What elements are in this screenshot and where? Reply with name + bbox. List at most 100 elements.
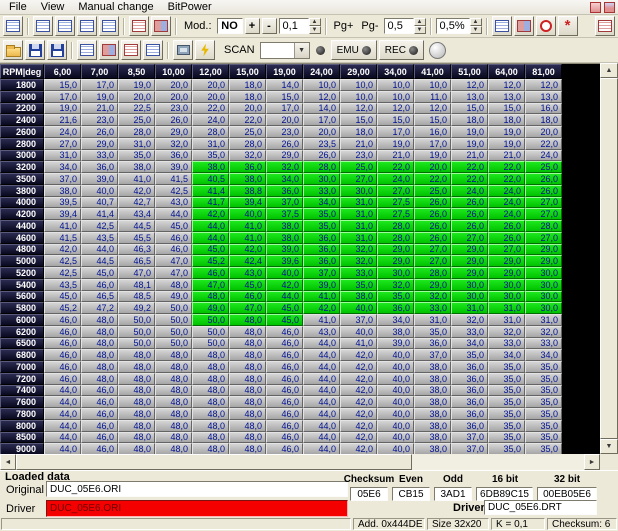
map-cell[interactable]: 44,0 <box>44 408 81 420</box>
row-header-cell[interactable]: 4800 <box>0 244 44 256</box>
map-cell[interactable]: 39,5 <box>44 197 81 209</box>
map-cell[interactable]: 48,0 <box>118 408 155 420</box>
map-cell[interactable]: 29,0 <box>377 244 414 256</box>
column-header-cell[interactable]: 6,00 <box>44 64 81 79</box>
column-header-cell[interactable]: 12,00 <box>192 64 229 79</box>
map-cell[interactable]: 44,0 <box>44 385 81 397</box>
map-cell[interactable]: 12,0 <box>414 103 451 115</box>
map-cell[interactable]: 19,0 <box>488 138 525 150</box>
driver-file-input[interactable]: DUC_05E6.ORI <box>46 500 348 517</box>
map-cell[interactable]: 48,0 <box>81 373 118 385</box>
map-cell[interactable]: 40,0 <box>377 420 414 432</box>
original-file-input[interactable]: DUC_05E6.ORI <box>46 481 348 497</box>
row-header-cell[interactable]: 2000 <box>0 91 44 103</box>
map-cell[interactable]: 36,0 <box>414 338 451 350</box>
map-cell[interactable]: 34,0 <box>525 349 562 361</box>
open-file-button[interactable] <box>3 40 23 60</box>
map-cell[interactable]: 40,0 <box>377 396 414 408</box>
map-cell[interactable]: 12,0 <box>451 79 488 91</box>
map-cell[interactable]: 19,0 <box>44 103 81 115</box>
map-cell[interactable]: 46,0 <box>44 349 81 361</box>
map-cell[interactable]: 26,0 <box>414 232 451 244</box>
map-cell[interactable]: 28,0 <box>414 267 451 279</box>
map-cell[interactable]: 48,0 <box>229 326 266 338</box>
map-cell[interactable]: 45,0 <box>192 244 229 256</box>
map-cell[interactable]: 24,0 <box>44 126 81 138</box>
map-cell[interactable]: 35,0 <box>303 220 340 232</box>
map-cell[interactable]: 28,0 <box>192 126 229 138</box>
map-cell[interactable]: 48,0 <box>229 314 266 326</box>
page-step-down-arrow[interactable]: ▼ <box>414 26 426 34</box>
map-cell[interactable]: 46,0 <box>266 349 303 361</box>
map-cell[interactable]: 48,0 <box>229 420 266 432</box>
row-header-cell[interactable]: 7600 <box>0 396 44 408</box>
map-cell[interactable]: 38,0 <box>414 396 451 408</box>
map-cell[interactable]: 38,0 <box>229 173 266 185</box>
map-cell[interactable]: 36,0 <box>451 361 488 373</box>
map-cell[interactable]: 48,0 <box>155 373 192 385</box>
map-cell[interactable]: 40,5 <box>192 173 229 185</box>
map-cell[interactable]: 10,0 <box>340 91 377 103</box>
map-cell[interactable]: 40,0 <box>377 432 414 444</box>
map-cell[interactable]: 46,0 <box>266 361 303 373</box>
map-cell[interactable]: 27,0 <box>488 244 525 256</box>
map-cell[interactable]: 48,0 <box>155 279 192 291</box>
map-cell[interactable]: 48,0 <box>81 314 118 326</box>
map-cell[interactable]: 10,0 <box>414 79 451 91</box>
scroll-down-arrow[interactable]: ▼ <box>600 439 618 454</box>
map-cell[interactable]: 27,5 <box>377 208 414 220</box>
map-cell[interactable]: 29,0 <box>414 279 451 291</box>
map-cell[interactable]: 42,7 <box>118 197 155 209</box>
map-cell[interactable]: 36,0 <box>81 161 118 173</box>
page-step-value-field[interactable]: 0,5 <box>384 18 414 34</box>
map-cell[interactable]: 35,0 <box>525 408 562 420</box>
map-cell[interactable]: 33,0 <box>488 338 525 350</box>
map-cell[interactable]: 34,0 <box>266 173 303 185</box>
map-cell[interactable]: 44,0 <box>303 432 340 444</box>
map-cell[interactable]: 46,0 <box>81 385 118 397</box>
map-cell[interactable]: 24,0 <box>451 185 488 197</box>
map-cell[interactable]: 24,0 <box>192 114 229 126</box>
map-cell[interactable]: 42,5 <box>44 255 81 267</box>
column-header-cell[interactable]: 41,00 <box>414 64 451 79</box>
column-header-cell[interactable]: 15,00 <box>229 64 266 79</box>
map-cell[interactable]: 20,0 <box>229 103 266 115</box>
map-cell[interactable]: 35,0 <box>192 150 229 162</box>
map-cell[interactable]: 48,0 <box>229 432 266 444</box>
map-cell[interactable]: 39,4 <box>229 197 266 209</box>
map-cell[interactable]: 26,0 <box>451 197 488 209</box>
map-cell[interactable]: 48,0 <box>192 361 229 373</box>
map-cell[interactable]: 50,0 <box>155 326 192 338</box>
step-down-arrow[interactable]: ▼ <box>309 26 321 34</box>
map-cell[interactable]: 49,0 <box>155 291 192 303</box>
map-cell[interactable]: 35,0 <box>525 361 562 373</box>
map-cell[interactable]: 47,0 <box>118 267 155 279</box>
map-cell[interactable]: 32,0 <box>525 326 562 338</box>
child-window-restore-icon[interactable] <box>604 2 615 13</box>
menu-file[interactable]: File <box>2 0 34 14</box>
map-cell[interactable]: 29,0 <box>266 150 303 162</box>
map-cell[interactable]: 32,0 <box>377 279 414 291</box>
map-cell[interactable]: 12,0 <box>488 79 525 91</box>
map-cell[interactable]: 26,0 <box>155 114 192 126</box>
map-cell[interactable]: 24,0 <box>377 173 414 185</box>
map-cell[interactable]: 13,0 <box>451 91 488 103</box>
map-cell[interactable]: 39,6 <box>266 255 303 267</box>
map-cell[interactable]: 38,0 <box>266 220 303 232</box>
vertical-scrollbar[interactable]: ▲ ▼ <box>600 63 618 454</box>
map-cell[interactable]: 36,0 <box>155 150 192 162</box>
map-cell[interactable]: 48,0 <box>155 349 192 361</box>
row-header-cell[interactable]: 8500 <box>0 432 44 444</box>
map-cell[interactable]: 44,0 <box>303 373 340 385</box>
map-cell[interactable]: 29,0 <box>525 244 562 256</box>
map-cell[interactable]: 37,0 <box>414 349 451 361</box>
map-cell[interactable]: 35,0 <box>118 150 155 162</box>
show-original-button[interactable] <box>129 16 149 36</box>
map-cell[interactable]: 50,0 <box>118 326 155 338</box>
decrement-button[interactable]: - <box>262 18 277 34</box>
map-cell[interactable]: 34,0 <box>488 349 525 361</box>
map-cell[interactable]: 46,5 <box>81 291 118 303</box>
map-cell[interactable]: 48,0 <box>192 396 229 408</box>
show-diff-button[interactable] <box>151 16 171 36</box>
map-cell[interactable]: 17,0 <box>266 103 303 115</box>
